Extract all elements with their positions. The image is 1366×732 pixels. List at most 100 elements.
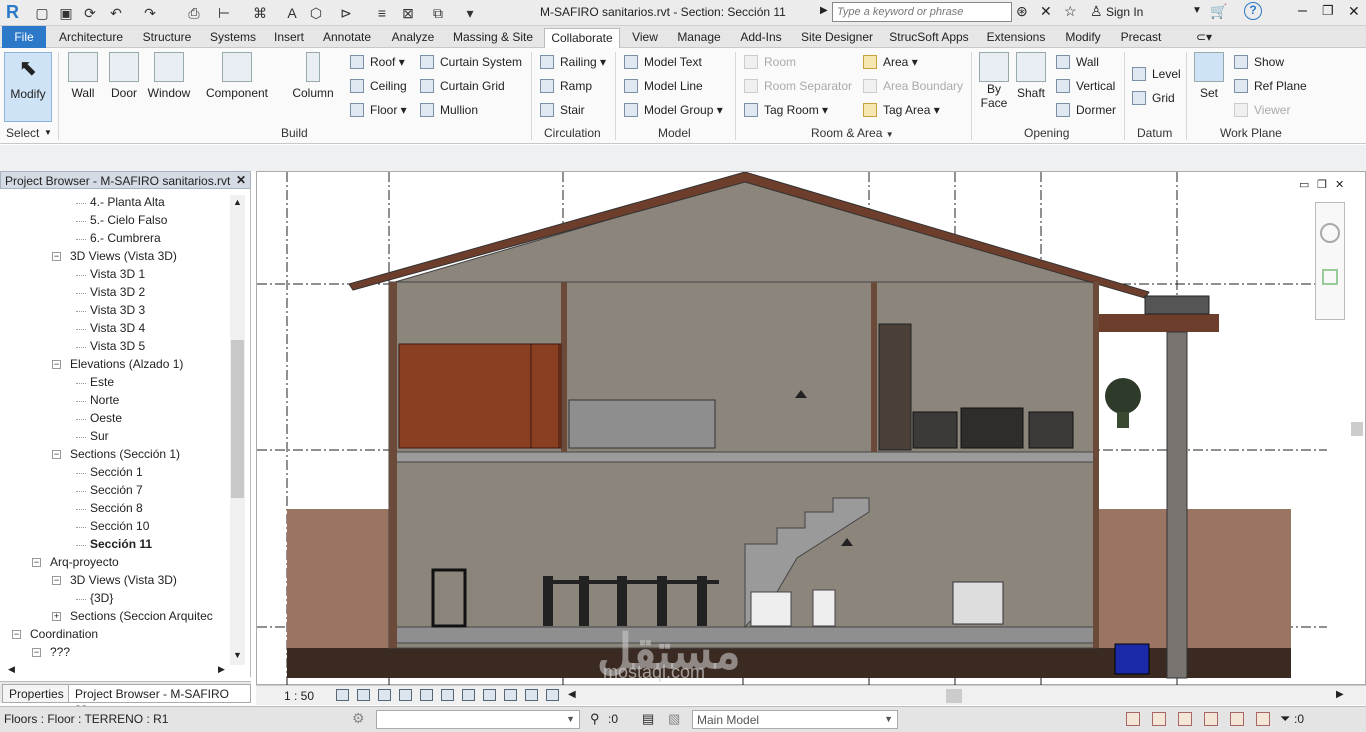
drag-elements-icon[interactable] [1230,712,1244,726]
tree-toggle-icon[interactable]: − [32,558,41,567]
crop-view-icon[interactable] [420,689,433,701]
tree-toggle-icon[interactable]: + [52,612,61,621]
vertical-button[interactable]: Vertical [1056,79,1115,93]
tab-view[interactable]: View [626,28,664,48]
scroll-right-icon[interactable]: ▶ [1336,689,1344,700]
editable-icon[interactable]: ⚲ [590,711,600,727]
scroll-right-icon[interactable]: ▶ [218,664,225,675]
show-crop-icon[interactable] [441,689,454,701]
chevron-down-icon[interactable]: ▼ [1192,5,1202,16]
tab-structure[interactable]: Structure [136,28,198,48]
tree-item[interactable]: Vista 3D 2 [90,285,145,303]
component-button[interactable]: Component [204,52,270,100]
favorites-icon[interactable]: ☆ [1064,3,1077,20]
tag-area-button[interactable]: Tag Area ▾ [863,103,940,117]
tree-toggle-icon[interactable]: − [12,630,21,639]
area-boundary-button[interactable]: Area Boundary [863,79,963,93]
select-by-face-icon[interactable] [1204,712,1218,726]
user-icon[interactable]: ♙ [1090,3,1103,20]
tree-item[interactable]: Sección 1 [90,465,143,483]
customize-icon[interactable]: ▾ [460,3,480,23]
tab-file[interactable]: File [2,26,46,48]
room-area-panel-label[interactable]: Room & Area ▼ [811,126,894,140]
tree-item[interactable]: Vista 3D 3 [90,303,145,321]
tab-massing-site[interactable]: Massing & Site [446,28,540,48]
tab-modify[interactable]: Modify [1056,28,1110,48]
room-button[interactable]: Room [744,55,796,69]
highlight-displacement-icon[interactable] [546,689,559,701]
minimize-icon[interactable]: – [1298,2,1307,20]
expand-arrow-icon[interactable]: ▶ [820,5,828,16]
tree-toggle-icon[interactable]: − [52,360,61,369]
model-line-button[interactable]: Model Line [624,79,703,93]
tab-manage[interactable]: Manage [670,28,728,48]
sign-in-button[interactable]: Sign In [1106,5,1143,19]
worksharing-icon[interactable]: ⚙ [352,710,365,727]
tab-systems[interactable]: Systems [204,28,262,48]
properties-tab[interactable]: Properties [2,684,71,703]
grid-button[interactable]: Grid [1132,91,1175,105]
tree-item[interactable]: 6.- Cumbrera [90,231,161,249]
3d-view-icon[interactable]: ⬡ [306,3,326,23]
chevron-down-icon[interactable]: ▼ [44,128,52,137]
analytical-model-icon[interactable] [525,689,538,701]
cart-icon[interactable]: 🛒 [1210,3,1227,20]
switch-windows-icon[interactable]: ⧉ [428,3,448,23]
view-restore-icon[interactable]: ❐ [1317,178,1327,191]
tree-item[interactable]: Elevations (Alzado 1) [70,357,183,375]
filter-icon[interactable]: ⏷ [1280,711,1290,727]
window-button[interactable]: Window [146,52,192,100]
tree-item[interactable]: 5.- Cielo Falso [90,213,167,231]
tag-icon[interactable]: ⌘ [250,3,270,23]
visual-style-icon[interactable] [357,689,370,701]
binoculars-icon[interactable]: ⊛ [1016,3,1028,20]
floor-button[interactable]: Floor ▾ [350,103,407,117]
measure-icon[interactable]: ⊢ [214,3,234,23]
select-pinned-icon[interactable] [1178,712,1192,726]
tab-collaborate[interactable]: Collaborate [544,28,620,48]
model-group-button[interactable]: Model Group ▾ [624,103,723,117]
select-panel-label[interactable]: Select [6,126,39,140]
ramp-button[interactable]: Ramp [540,79,592,93]
active-workset-dropdown[interactable]: ▼ [376,710,580,729]
save-icon[interactable]: ▣ [56,3,76,23]
steering-wheel-icon[interactable] [1320,223,1340,243]
roof-button[interactable]: Roof ▾ [350,55,405,69]
railing-button[interactable]: Railing ▾ [540,55,606,69]
scroll-up-icon[interactable]: ▲ [233,197,242,207]
print-icon[interactable]: ⎙ [184,3,204,23]
text-icon[interactable]: A [282,3,302,23]
search-input[interactable]: Type a keyword or phrase [832,2,1012,22]
column-button[interactable]: Column [290,52,336,100]
ref-plane-button[interactable]: Ref Plane [1234,79,1307,93]
tree-toggle-icon[interactable]: − [52,450,61,459]
door-button[interactable]: Door [108,52,140,100]
close-hidden-icon[interactable]: ⊠ [398,3,418,23]
tag-room-button[interactable]: Tag Room ▾ [744,103,828,117]
tab-precast[interactable]: Precast [1116,28,1166,48]
mullion-button[interactable]: Mullion [420,103,478,117]
reveal-hidden-icon[interactable] [504,689,517,701]
set-button[interactable]: Set [1192,52,1226,100]
tree-item[interactable]: Vista 3D 5 [90,339,145,357]
section-view-canvas[interactable]: مستقل mostaql.com ▭ ❐ ✕ [256,171,1366,686]
subscription-icon[interactable]: ✕ [1040,3,1052,20]
shaft-button[interactable]: Shaft [1014,52,1048,100]
redo-icon[interactable]: ↷ [140,3,160,23]
model-text-button[interactable]: Model Text [624,55,702,69]
level-button[interactable]: Level [1132,67,1181,81]
tree-item[interactable]: Oeste [90,411,122,429]
tree-item[interactable]: ??? [50,645,70,663]
tree-item[interactable]: Vista 3D 1 [90,267,145,285]
tree-item[interactable]: 4.- Planta Alta [90,195,165,213]
editable-only-icon[interactable]: ▧ [668,711,680,727]
design-options-icon[interactable]: ▤ [642,711,654,727]
tree-item[interactable]: Sección 8 [90,501,143,519]
tree-item[interactable]: 3D Views (Vista 3D) [70,573,177,591]
shadows-icon[interactable] [399,689,412,701]
project-browser-tab[interactable]: Project Browser - M-SAFIRO sa... [68,684,251,715]
workset-dropdown[interactable]: Main Model ▼ [692,710,898,729]
modify-button[interactable]: ⬉ Modify [4,52,52,122]
scroll-left-icon[interactable]: ◀ [568,689,576,700]
sun-path-icon[interactable] [378,689,391,701]
